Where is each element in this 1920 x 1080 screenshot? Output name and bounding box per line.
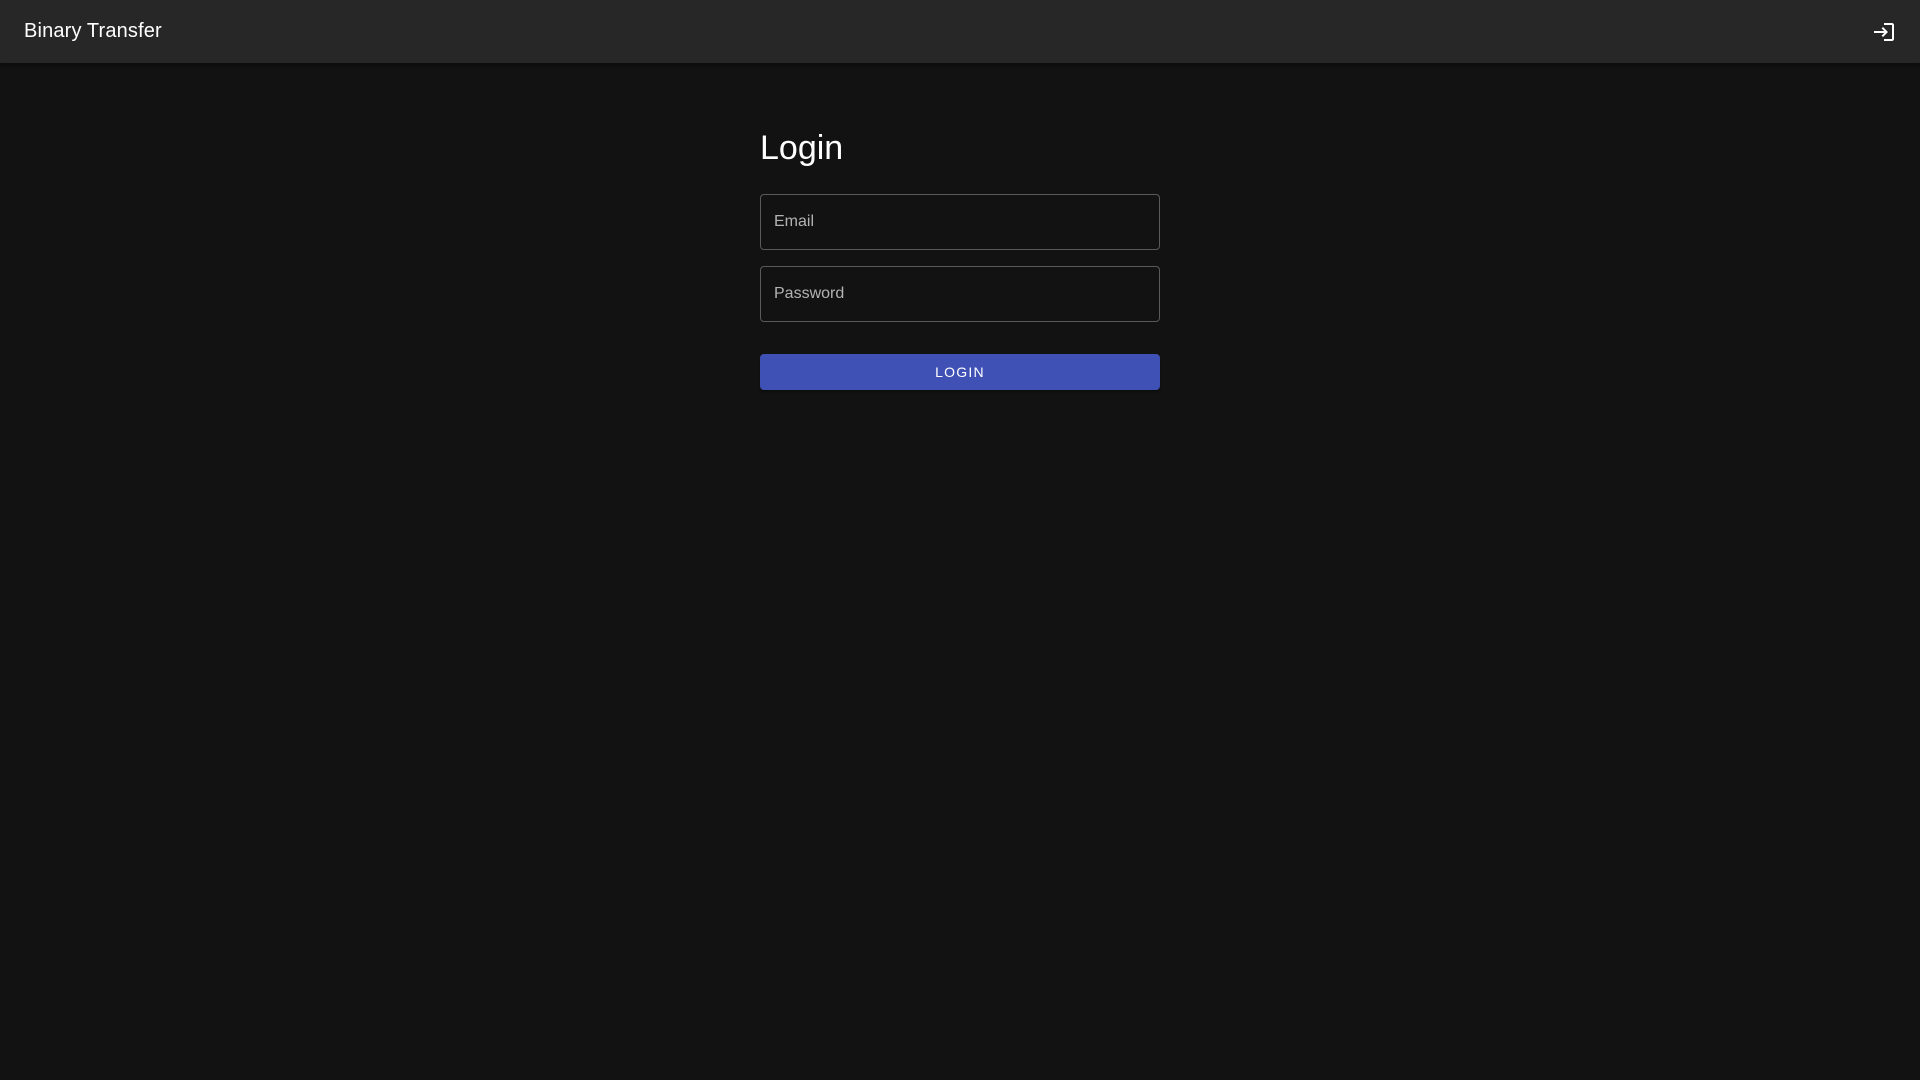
login-icon-button[interactable] [1860,8,1908,56]
password-field[interactable] [760,266,1160,322]
email-input[interactable] [774,213,1146,231]
login-button[interactable]: LOGIN [760,354,1160,390]
email-field[interactable] [760,194,1160,250]
password-input[interactable] [774,285,1146,303]
page-title: Login [760,129,844,167]
app-title: Binary Transfer [24,20,162,42]
app-bar: Binary Transfer [0,0,1920,63]
login-form: Login LOGIN [760,120,1160,390]
login-icon [1874,22,1894,41]
